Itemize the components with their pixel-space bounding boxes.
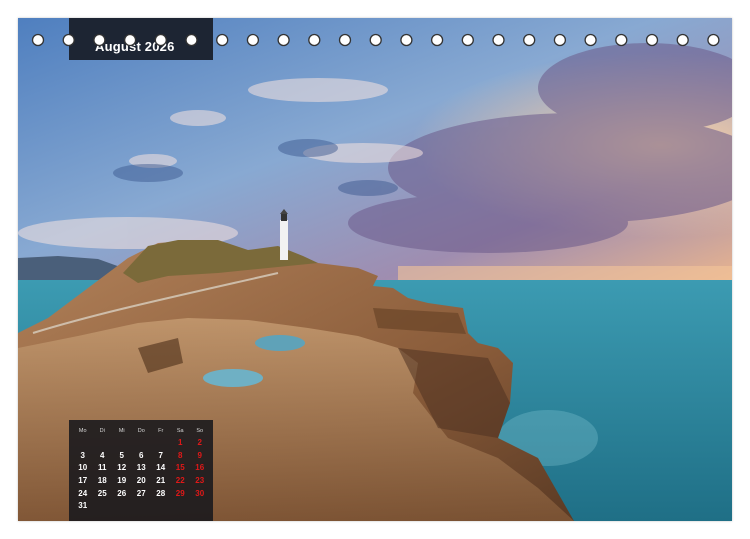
day-cell [171, 499, 191, 512]
weekday-header-row: Mo Di Mi Do Fr Sa So [73, 426, 210, 436]
day-cell [112, 499, 132, 512]
day-cell: 25 [97, 488, 107, 498]
week-row: 31 [73, 499, 210, 512]
week-row: 1 2 [73, 436, 210, 449]
day-cell: 29 [175, 488, 185, 498]
day-cell: 18 [97, 475, 107, 485]
day-cell: 31 [78, 501, 88, 511]
day-cell: 3 [80, 450, 85, 460]
day-cell: 15 [175, 463, 185, 473]
weekday-label: Mi [118, 428, 125, 434]
week-row: 17 18 19 20 21 22 23 [73, 474, 210, 487]
day-cell: 16 [195, 463, 205, 473]
day-cell: 7 [158, 450, 163, 460]
day-cell: 27 [136, 488, 146, 498]
day-cell: 2 [197, 437, 202, 447]
day-cell: 4 [100, 450, 105, 460]
day-cell: 26 [117, 488, 127, 498]
weekday-label: Mo [78, 428, 87, 434]
day-cell [151, 436, 171, 449]
day-cell: 10 [78, 463, 88, 473]
day-cell: 13 [136, 463, 146, 473]
day-cell: 8 [178, 450, 183, 460]
day-cell: 23 [195, 475, 205, 485]
day-cell: 24 [78, 488, 88, 498]
mini-calendar: Mo Di Mi Do Fr Sa So 1 2 3 4 5 6 7 8 9 1… [69, 420, 213, 521]
calendar-grid: Mo Di Mi Do Fr Sa So 1 2 3 4 5 6 7 8 9 1… [73, 426, 210, 512]
day-cell [132, 499, 152, 512]
calendar-page: August 2026 Mo Di Mi Do Fr Sa So 1 2 3 4… [18, 18, 732, 521]
weekday-label: So [196, 428, 204, 434]
day-cell: 11 [98, 463, 107, 473]
day-cell: 5 [119, 450, 124, 460]
day-cell [112, 436, 132, 449]
day-cell: 28 [156, 488, 166, 498]
day-cell: 17 [78, 475, 88, 485]
day-cell: 21 [156, 475, 166, 485]
day-cell [93, 499, 113, 512]
week-row: 10 11 12 13 14 15 16 [73, 461, 210, 474]
month-title: August 2026 [95, 39, 175, 54]
month-title-box: August 2026 [69, 18, 213, 60]
week-row: 24 25 26 27 28 29 30 [73, 487, 210, 500]
day-cell [132, 436, 152, 449]
day-cell: 6 [139, 450, 144, 460]
week-row: 3 4 5 6 7 8 9 [73, 449, 210, 462]
day-cell: 1 [178, 437, 183, 447]
weekday-label: Sa [176, 428, 184, 434]
day-cell: 19 [117, 475, 127, 485]
day-cell [93, 436, 113, 449]
day-cell [151, 499, 171, 512]
day-cell [190, 499, 210, 512]
day-cell: 9 [197, 450, 202, 460]
day-cell [73, 436, 93, 449]
day-cell: 12 [117, 463, 127, 473]
day-cell: 14 [156, 463, 166, 473]
day-cell: 30 [195, 488, 205, 498]
weekday-label: Fr [158, 428, 164, 434]
weekday-label: Di [99, 428, 105, 434]
weekday-label: Do [137, 428, 145, 434]
day-cell: 22 [175, 475, 185, 485]
day-cell: 20 [136, 475, 146, 485]
